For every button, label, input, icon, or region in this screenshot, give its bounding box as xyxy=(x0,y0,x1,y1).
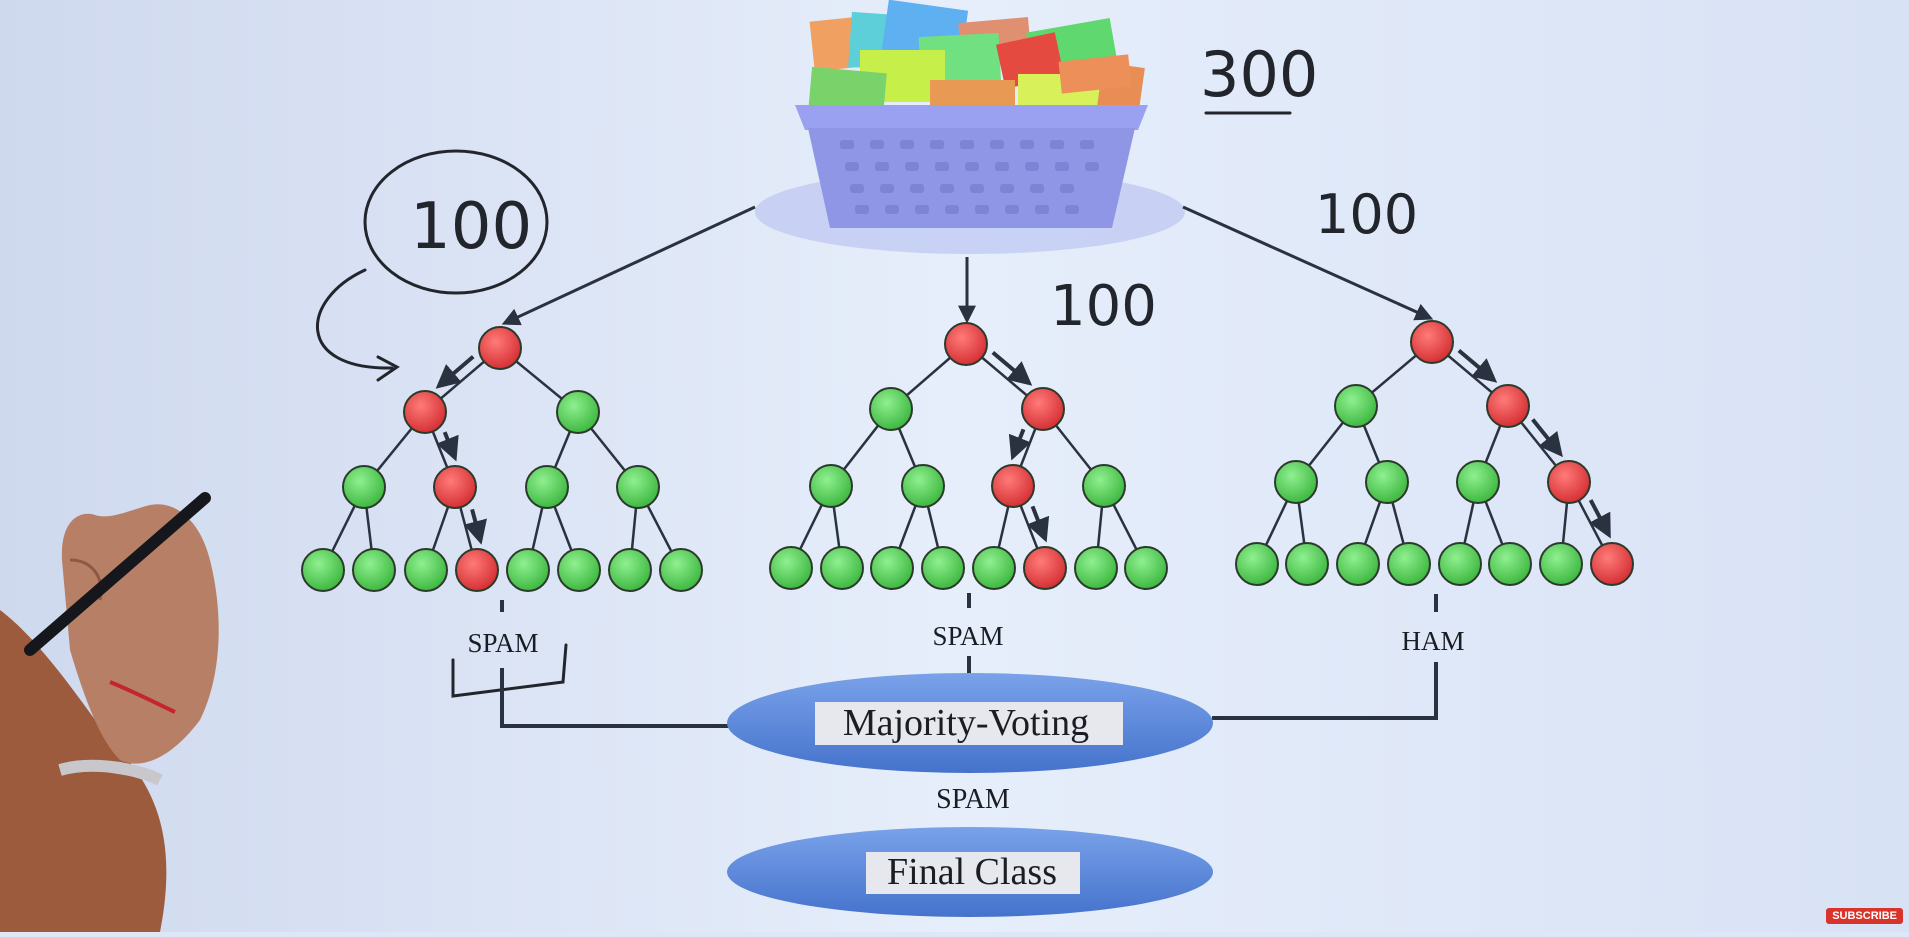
tree-node-green xyxy=(1082,464,1126,508)
tree-node-green xyxy=(1456,460,1500,504)
tree-node-red xyxy=(1023,546,1067,590)
tree-node-red xyxy=(1590,542,1634,586)
tree-node-green xyxy=(404,548,448,592)
tree-node-green xyxy=(616,465,660,509)
tree-node-green xyxy=(1539,542,1583,586)
tree-node-green xyxy=(659,548,703,592)
tree-node-red xyxy=(991,464,1035,508)
tree-node-green xyxy=(869,387,913,431)
tree-node-green xyxy=(769,546,813,590)
tree-node-green xyxy=(608,548,652,592)
tree-3-prediction: HAM xyxy=(1401,626,1464,656)
tree-node-green xyxy=(525,465,569,509)
tree-node-green xyxy=(557,548,601,592)
tree-node-green xyxy=(1365,460,1409,504)
final-class-label: Final Class xyxy=(887,851,1057,893)
tree-node-red xyxy=(1410,320,1454,364)
tree-2-prediction: SPAM xyxy=(932,621,1003,651)
final-class-node: Final Class xyxy=(727,827,1213,917)
tree-node-green xyxy=(972,546,1016,590)
tree-node-red xyxy=(403,390,447,434)
tree-node-green xyxy=(1074,546,1118,590)
tree-node-green xyxy=(556,390,600,434)
tree-node-green xyxy=(1438,542,1482,586)
tree-node-red xyxy=(944,322,988,366)
tree-node-green xyxy=(1336,542,1380,586)
diagram-canvas: 300 100 100 100 SPAM SPAM HAM Majority-V… xyxy=(0,0,1909,932)
tree-node-green xyxy=(506,548,550,592)
tree-node-green xyxy=(1285,542,1329,586)
ensemble-prediction: SPAM xyxy=(936,784,1010,815)
subset-count-tree-2: 100 xyxy=(1050,274,1157,339)
subscribe-button[interactable]: SUBSCRIBE xyxy=(1826,908,1903,924)
subset-count-tree-1: 100 xyxy=(410,190,532,264)
tree-node-green xyxy=(1274,460,1318,504)
tree-node-green xyxy=(921,546,965,590)
tree-node-green xyxy=(1334,384,1378,428)
tree-node-red xyxy=(1486,384,1530,428)
tree-node-green xyxy=(809,464,853,508)
tree-node-green xyxy=(342,465,386,509)
tree-node-red xyxy=(1547,460,1591,504)
tree-node-green xyxy=(820,546,864,590)
tree-node-green xyxy=(1235,542,1279,586)
tree-node-red xyxy=(1021,387,1065,431)
total-count-annotation: 300 xyxy=(1200,38,1318,111)
tree-node-red xyxy=(478,326,522,370)
diagram-svg: 300 100 100 100 SPAM SPAM HAM Majority-V… xyxy=(0,0,1909,932)
tree-node-green xyxy=(1124,546,1168,590)
tree-node-green xyxy=(352,548,396,592)
majority-voting-node: Majority-Voting xyxy=(727,673,1213,773)
tree-node-green xyxy=(301,548,345,592)
tree-node-green xyxy=(1488,542,1532,586)
subset-count-tree-3: 100 xyxy=(1315,183,1418,246)
tree-node-green xyxy=(901,464,945,508)
tree-node-red xyxy=(433,465,477,509)
tree-1-prediction: SPAM xyxy=(467,628,538,658)
majority-voting-label: Majority-Voting xyxy=(843,702,1089,744)
tree-node-red xyxy=(455,548,499,592)
tree-node-green xyxy=(1387,542,1431,586)
tree-node-green xyxy=(870,546,914,590)
